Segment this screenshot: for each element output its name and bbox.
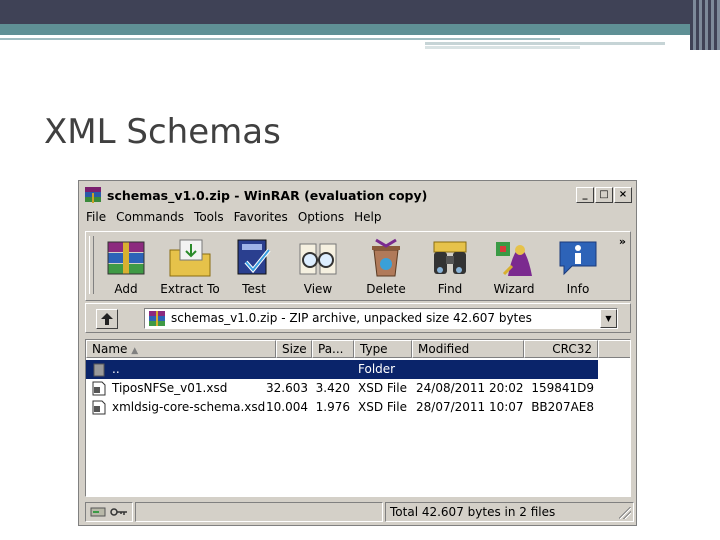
- maximize-button[interactable]: □: [595, 187, 613, 203]
- status-summary: Total 42.607 bytes in 2 files: [390, 505, 556, 519]
- wizard-icon: [490, 236, 538, 280]
- status-bar: Total 42.607 bytes in 2 files: [81, 501, 634, 523]
- winrar-window: schemas_v1.0.zip - WinRAR (evaluation co…: [78, 180, 637, 526]
- status-icons-pane: [85, 502, 133, 522]
- find-binoculars-icon: [426, 236, 474, 280]
- key-icon: [110, 508, 127, 516]
- row-crc: 159841D9: [531, 381, 594, 395]
- extract-to-button-label: Extract To: [160, 282, 220, 296]
- row-name: TiposNFSe_v01.xsd: [112, 381, 228, 395]
- address-bar: schemas_v1.0.zip - ZIP archive, unpacked…: [85, 303, 631, 333]
- add-button[interactable]: Add: [95, 234, 157, 298]
- column-header-name[interactable]: Name ▲: [86, 340, 276, 358]
- add-button-label: Add: [114, 282, 138, 296]
- column-header-type[interactable]: Type: [354, 340, 412, 358]
- toolbar: Add Extract To Test View Delete Find Wiz…: [85, 231, 631, 301]
- status-left-pane: [135, 502, 383, 522]
- table-row[interactable]: .. Folder: [86, 360, 598, 379]
- row-size: 32.603: [266, 381, 308, 395]
- up-one-level-button[interactable]: [96, 309, 118, 329]
- menu-commands[interactable]: Commands: [111, 210, 189, 224]
- table-row[interactable]: xmldsig-core-schema.xsd 10.004 1.976 XSD…: [86, 398, 598, 417]
- drive-icon: [90, 507, 106, 517]
- find-button[interactable]: Find: [419, 234, 481, 298]
- address-dropdown-icon[interactable]: ▼: [600, 309, 617, 328]
- menu-bar: File Commands Tools Favorites Options He…: [81, 207, 634, 227]
- extract-to-button[interactable]: Extract To: [159, 234, 221, 298]
- file-list: Name ▲ Size Pa... Type Modified CRC32 ..…: [85, 339, 631, 497]
- menu-tools[interactable]: Tools: [189, 210, 229, 224]
- column-header-size[interactable]: Size: [276, 340, 312, 358]
- folder-up-icon: [92, 362, 106, 377]
- row-name: xmldsig-core-schema.xsd: [112, 400, 266, 414]
- test-checkmark-icon: [230, 236, 278, 280]
- zip-archive-icon: [149, 311, 165, 326]
- menu-help[interactable]: Help: [349, 210, 386, 224]
- find-button-label: Find: [437, 282, 463, 296]
- row-name: ..: [112, 362, 120, 376]
- column-header-packed[interactable]: Pa...: [312, 340, 354, 358]
- address-text: schemas_v1.0.zip - ZIP archive, unpacked…: [171, 311, 532, 325]
- row-crc: BB207AE8: [531, 400, 594, 414]
- delete-button[interactable]: Delete: [355, 234, 417, 298]
- add-archive-icon: [102, 236, 150, 280]
- view-button[interactable]: View: [287, 234, 349, 298]
- toolbar-more-chevron-icon[interactable]: »: [619, 235, 626, 248]
- test-button-label: Test: [242, 282, 266, 296]
- table-row[interactable]: TiposNFSe_v01.xsd 32.603 3.420 XSD File …: [86, 379, 598, 398]
- up-arrow-icon: [101, 313, 113, 325]
- resize-grip-icon[interactable]: [619, 507, 631, 519]
- column-header-filler: [598, 340, 630, 358]
- slide-accent-band: [0, 24, 720, 35]
- test-button[interactable]: Test: [223, 234, 285, 298]
- row-type: XSD File: [358, 400, 407, 414]
- delete-bin-icon: [362, 236, 410, 280]
- slide-rule: [0, 38, 560, 40]
- xsd-file-icon: [92, 381, 106, 396]
- menu-options[interactable]: Options: [293, 210, 349, 224]
- row-packed: 1.976: [315, 400, 350, 414]
- window-titlebar[interactable]: schemas_v1.0.zip - WinRAR (evaluation co…: [81, 183, 634, 207]
- menu-favorites[interactable]: Favorites: [229, 210, 293, 224]
- winrar-app-icon: [85, 187, 101, 203]
- row-modified: 28/07/2011 10:07: [416, 400, 524, 414]
- slide-title: XML Schemas: [44, 112, 281, 152]
- info-button-label: Info: [566, 282, 590, 296]
- wizard-button-label: Wizard: [493, 282, 535, 296]
- info-button[interactable]: Info: [547, 234, 609, 298]
- row-packed: 3.420: [315, 381, 350, 395]
- slide-rule: [425, 46, 580, 49]
- row-type: Folder: [358, 362, 396, 376]
- view-button-label: View: [303, 282, 333, 296]
- column-header-label: Name: [92, 342, 128, 356]
- column-header-modified[interactable]: Modified: [412, 340, 524, 358]
- toolbar-grip[interactable]: [89, 236, 94, 294]
- row-modified: 24/08/2011 20:02: [416, 381, 524, 395]
- row-type: XSD File: [358, 381, 407, 395]
- minimize-button[interactable]: _: [576, 187, 594, 203]
- window-controls: _ □ ×: [576, 187, 632, 203]
- delete-button-label: Delete: [366, 282, 406, 296]
- info-icon: [554, 236, 602, 280]
- window-title: schemas_v1.0.zip - WinRAR (evaluation co…: [107, 187, 428, 203]
- wizard-button[interactable]: Wizard: [483, 234, 545, 298]
- menu-file[interactable]: File: [81, 210, 111, 224]
- extract-folder-icon: [166, 236, 214, 280]
- slide-rule: [425, 42, 665, 45]
- address-field[interactable]: schemas_v1.0.zip - ZIP archive, unpacked…: [144, 308, 618, 329]
- sort-ascending-icon: ▲: [131, 346, 139, 356]
- slide-top-band: [0, 0, 720, 24]
- xsd-file-icon: [92, 400, 106, 415]
- row-size: 10.004: [266, 400, 308, 414]
- column-header-crc32[interactable]: CRC32: [524, 340, 598, 358]
- close-button[interactable]: ×: [614, 187, 632, 203]
- status-summary-pane: Total 42.607 bytes in 2 files: [385, 502, 634, 522]
- view-glasses-icon: [294, 236, 342, 280]
- slide-corner-pattern: [690, 0, 720, 50]
